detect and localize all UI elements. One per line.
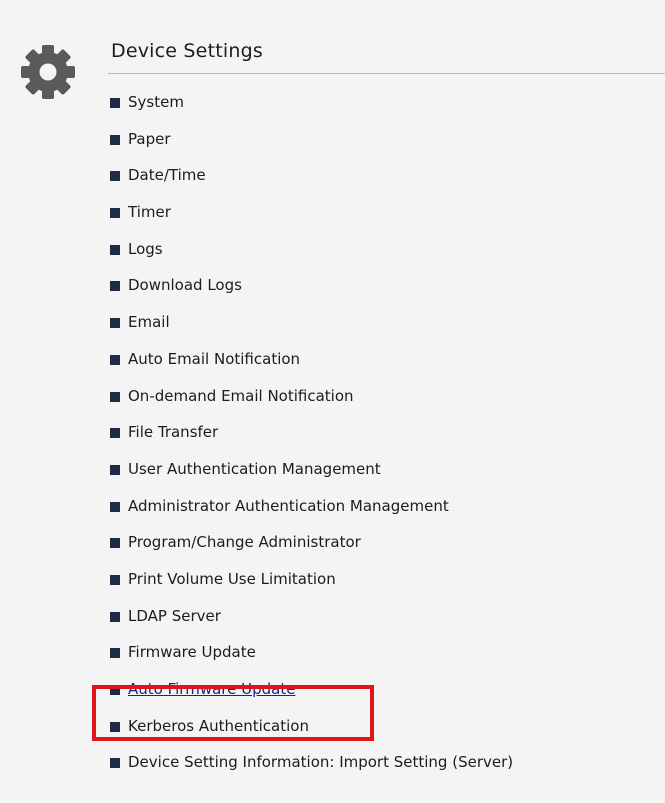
menu-item-system: System (110, 93, 513, 130)
menu-item-on-demand-email-notification: On-demand Email Notification (110, 387, 513, 424)
link-program-change-administrator[interactable]: Program/Change Administrator (128, 533, 361, 552)
bullet-icon (110, 721, 120, 732)
menu-item-administrator-authentication-management: Administrator Authentication Management (110, 497, 513, 534)
bullet-icon (110, 428, 120, 439)
link-file-transfer[interactable]: File Transfer (128, 423, 218, 442)
menu-item-print-volume-use-limitation: Print Volume Use Limitation (110, 570, 513, 607)
menu-item-device-setting-information-import: Device Setting Information: Import Setti… (110, 753, 513, 790)
link-kerberos-authentication[interactable]: Kerberos Authentication (128, 717, 309, 736)
bullet-icon (110, 98, 120, 108)
menu-item-download-logs: Download Logs (110, 276, 513, 313)
menu-item-user-authentication-management: User Authentication Management (110, 460, 513, 497)
bullet-icon (110, 648, 120, 659)
bullet-icon (110, 574, 120, 585)
menu-item-ldap-server: LDAP Server (110, 607, 513, 644)
bullet-icon (110, 464, 120, 475)
link-user-authentication-management[interactable]: User Authentication Management (128, 460, 381, 479)
link-date-time[interactable]: Date/Time (128, 166, 206, 185)
menu-item-firmware-update: Firmware Update (110, 643, 513, 680)
menu-item-auto-firmware-update: Auto Firmware Update (110, 680, 513, 717)
link-print-volume-use-limitation[interactable]: Print Volume Use Limitation (128, 570, 336, 589)
menu-item-file-transfer: File Transfer (110, 423, 513, 460)
link-ldap-server[interactable]: LDAP Server (128, 607, 221, 626)
bullet-icon (110, 171, 120, 182)
menu-item-timer: Timer (110, 203, 513, 240)
bullet-icon (110, 538, 120, 549)
device-settings-menu: System Paper Date/Time Timer Logs Downlo… (110, 93, 513, 790)
menu-item-logs: Logs (110, 240, 513, 277)
bullet-icon (110, 354, 120, 365)
bullet-icon (110, 134, 120, 145)
bullet-icon (110, 758, 120, 769)
link-auto-email-notification[interactable]: Auto Email Notification (128, 350, 300, 369)
link-email[interactable]: Email (128, 313, 170, 332)
menu-item-paper: Paper (110, 130, 513, 167)
bullet-icon (110, 501, 120, 512)
link-paper[interactable]: Paper (128, 130, 170, 149)
title-divider (108, 73, 665, 74)
link-logs[interactable]: Logs (128, 240, 163, 259)
menu-item-kerberos-authentication: Kerberos Authentication (110, 717, 513, 754)
bullet-icon (110, 391, 120, 402)
menu-item-email: Email (110, 313, 513, 350)
link-system[interactable]: System (128, 93, 184, 112)
link-on-demand-email-notification[interactable]: On-demand Email Notification (128, 387, 354, 406)
bullet-icon (110, 208, 120, 219)
bullet-icon (110, 685, 120, 695)
gear-icon (21, 45, 75, 99)
link-device-setting-information-import[interactable]: Device Setting Information: Import Setti… (128, 753, 513, 772)
link-auto-firmware-update[interactable]: Auto Firmware Update (128, 680, 295, 699)
link-administrator-authentication-management[interactable]: Administrator Authentication Management (128, 497, 449, 516)
link-timer[interactable]: Timer (128, 203, 171, 222)
menu-item-date-time: Date/Time (110, 166, 513, 203)
device-settings-panel: Device Settings System Paper Date/Time T… (0, 0, 665, 803)
menu-item-auto-email-notification: Auto Email Notification (110, 350, 513, 387)
bullet-icon (110, 281, 120, 292)
menu-item-program-change-administrator: Program/Change Administrator (110, 533, 513, 570)
bullet-icon (110, 318, 120, 329)
link-firmware-update[interactable]: Firmware Update (128, 643, 256, 662)
link-download-logs[interactable]: Download Logs (128, 276, 242, 295)
bullet-icon (110, 611, 120, 622)
bullet-icon (110, 244, 120, 255)
section-title: Device Settings (111, 40, 263, 62)
